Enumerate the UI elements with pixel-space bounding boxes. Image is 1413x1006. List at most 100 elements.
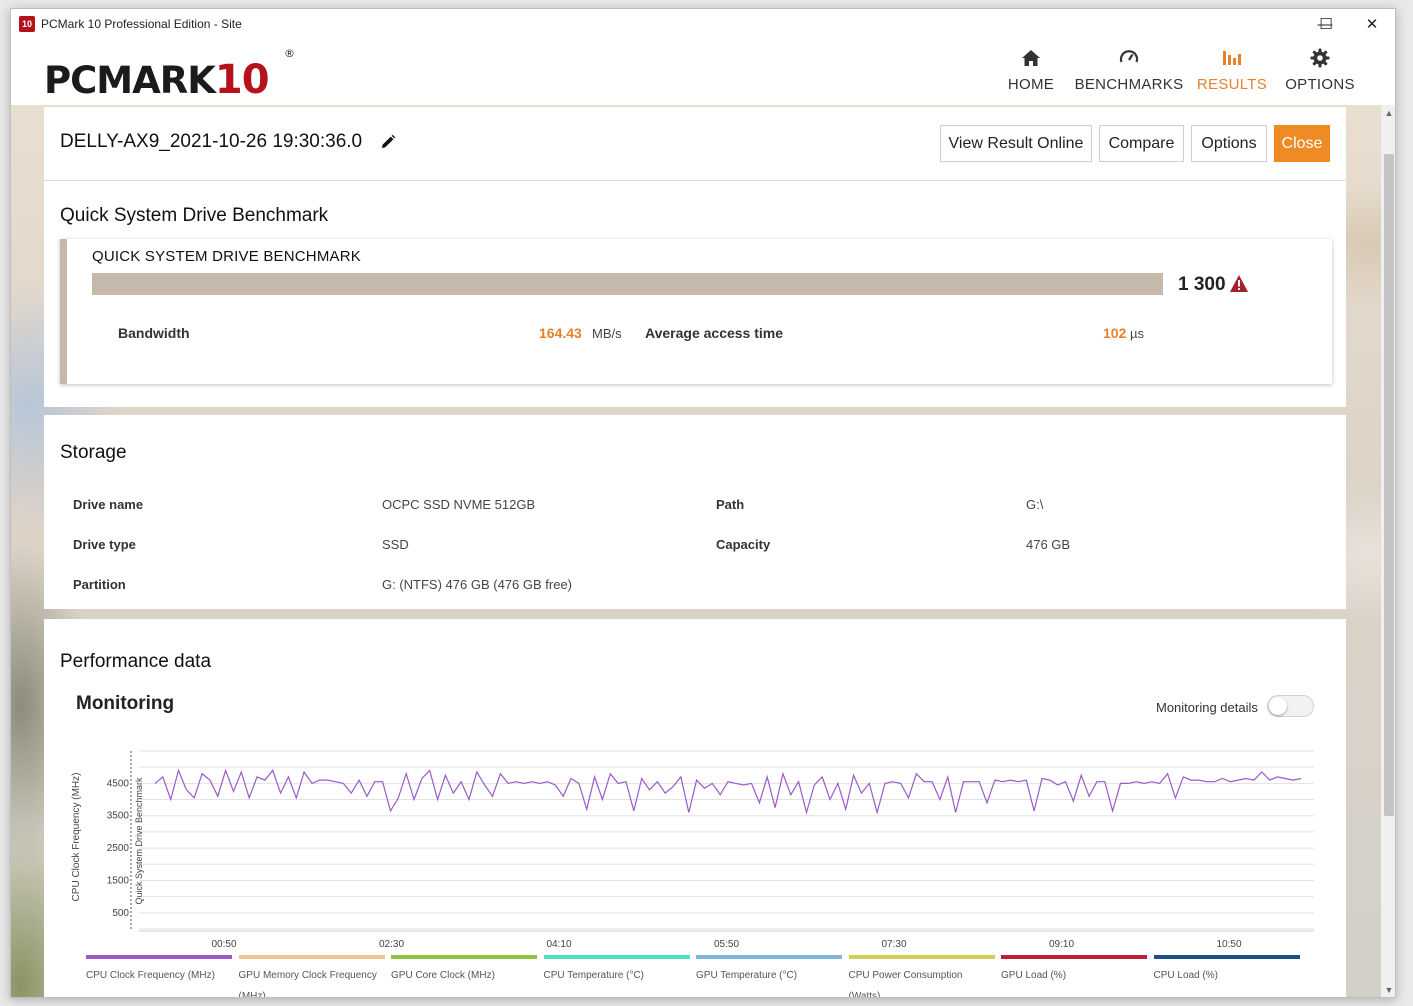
- view-result-online-button[interactable]: View Result Online: [940, 125, 1092, 162]
- legend-label: GPU Memory Clock Frequency (MHz): [238, 970, 377, 998]
- nav-benchmarks[interactable]: BENCHMARKS: [1073, 47, 1185, 107]
- legend-swatch: [696, 955, 842, 959]
- benchmark-score-box: QUICK SYSTEM DRIVE BENCHMARK 1 300 Bandw…: [60, 239, 1332, 384]
- registered-mark: ®: [284, 47, 295, 60]
- drive-type-label: Drive type: [73, 537, 136, 552]
- y-tick-label: 1500: [107, 875, 130, 886]
- legend-item[interactable]: CPU Temperature (°C): [543, 955, 690, 986]
- performance-section-title: Performance data: [60, 651, 212, 672]
- legend-swatch: [1153, 955, 1300, 959]
- path-value: G:\: [1026, 497, 1044, 512]
- legend-item[interactable]: CPU Power Consumption (Watts): [848, 955, 995, 998]
- window-title: PCMark 10 Professional Edition - Site: [41, 17, 242, 31]
- legend-swatch: [238, 955, 385, 959]
- monitoring-details-label: Monitoring details: [1156, 700, 1258, 715]
- x-tick-label: 02:30: [379, 939, 404, 950]
- legend-item[interactable]: GPU Load (%): [1001, 955, 1147, 986]
- options-button[interactable]: Options: [1191, 125, 1267, 162]
- cpu-clock-series-line: [154, 768, 1302, 815]
- compare-button[interactable]: Compare: [1099, 125, 1184, 162]
- minimize-button-2: [1251, 12, 1297, 38]
- benchmark-section-title: Quick System Drive Benchmark: [60, 205, 329, 226]
- scroll-down-arrow[interactable]: ▼: [1381, 983, 1395, 997]
- benchmark-score: 1 300: [1178, 274, 1226, 295]
- legend-label: CPU Temperature (°C): [543, 970, 645, 981]
- benchmark-marker-label: Quick System Drive Benchmark: [134, 777, 144, 905]
- storage-card: Storage Drive name OCPC SSD NVME 512GB P…: [44, 415, 1346, 609]
- nav-results[interactable]: RESULTS: [1195, 47, 1269, 107]
- y-tick-label: 3500: [107, 811, 130, 822]
- y-tick-label: 4500: [107, 778, 130, 789]
- legend-label: CPU Power Consumption (Watts): [848, 970, 963, 998]
- legend-swatch: [391, 955, 537, 959]
- drive-name-label: Drive name: [73, 497, 144, 512]
- access-time-value: 102: [1103, 325, 1127, 341]
- x-tick-label: 07:30: [881, 939, 906, 950]
- partition-label: Partition: [73, 577, 126, 592]
- logo-number: 10: [214, 57, 270, 103]
- bandwidth-unit: MB/s: [592, 326, 622, 341]
- x-tick-label: 05:50: [714, 939, 739, 950]
- pcmark-logo: PCMARK10 ®: [44, 47, 295, 103]
- performance-card: Performance data Monitoring Monitoring d…: [44, 619, 1346, 998]
- result-header-card: DELLY-AX9_2021-10-26 19:30:36.0 View Res…: [44, 107, 1346, 180]
- chart-grid: [139, 750, 1314, 932]
- monitoring-chart: 500 1500 2500 3500 4500 00:50 02:30 04:10 05:50…: [71, 750, 1314, 950]
- legend-item[interactable]: CPU Clock Frequency (MHz): [86, 955, 232, 986]
- drive-type-value: SSD: [382, 537, 409, 552]
- legend-label: CPU Clock Frequency (MHz): [86, 970, 215, 981]
- legend-item[interactable]: GPU Core Clock (MHz): [391, 955, 537, 986]
- legend-label: GPU Temperature (°C): [696, 970, 798, 981]
- close-result-button[interactable]: Close: [1274, 125, 1330, 162]
- x-axis-ticks: 00:50 02:30 04:10 05:50 07:30 09:10 10:50: [211, 939, 1241, 950]
- legend-item[interactable]: GPU Temperature (°C): [696, 955, 842, 986]
- legend-swatch: [1001, 955, 1147, 959]
- y-tick-label: 500: [112, 908, 129, 919]
- nav-home-label: HOME: [1007, 76, 1055, 93]
- close-window-button[interactable]: ✕: [1349, 12, 1395, 38]
- legend-swatch: [848, 955, 995, 959]
- nav-options[interactable]: OPTIONS: [1283, 47, 1357, 107]
- x-tick-label: 00:50: [211, 939, 236, 950]
- path-label: Path: [716, 497, 745, 512]
- toggle-knob: [1269, 697, 1287, 715]
- title-bar: 10 PCMark 10 Professional Edition - Site…: [11, 9, 1395, 39]
- app-icon: 10: [19, 16, 35, 32]
- benchmark-name: QUICK SYSTEM DRIVE BENCHMARK: [92, 248, 361, 265]
- result-title: DELLY-AX9_2021-10-26 19:30:36.0: [60, 131, 363, 152]
- drive-name-value: OCPC SSD NVME 512GB: [382, 497, 536, 512]
- nav-benchmarks-label: BENCHMARKS: [1074, 76, 1184, 93]
- benchmark-score-bar: [92, 273, 1163, 295]
- access-time-unit: µs: [1130, 326, 1144, 341]
- access-time-label: Average access time: [645, 325, 784, 341]
- capacity-value: 476 GB: [1026, 537, 1071, 552]
- gear-icon: [1310, 48, 1330, 68]
- legend-label: GPU Core Clock (MHz): [391, 970, 495, 981]
- scroll-up-arrow[interactable]: ▲: [1381, 106, 1395, 120]
- monitoring-title: Monitoring: [76, 693, 175, 714]
- app-header: PCMARK10 ® HOME BENCHMARKS RESULTS OPTIO…: [11, 39, 1395, 105]
- logo-text: PCMARK: [44, 59, 216, 102]
- nav-home[interactable]: HOME: [996, 47, 1066, 107]
- scrollbar-thumb[interactable]: [1384, 154, 1394, 816]
- warning-icon[interactable]: [1229, 274, 1249, 293]
- maximize-button[interactable]: ☐: [1303, 12, 1349, 38]
- bandwidth-label: Bandwidth: [118, 325, 190, 341]
- x-tick-label: 04:10: [546, 939, 571, 950]
- y-axis-label: CPU Clock Frequency (MHz): [71, 773, 82, 902]
- capacity-label: Capacity: [716, 537, 771, 552]
- y-tick-label: 2500: [107, 843, 130, 854]
- nav-options-label: OPTIONS: [1285, 76, 1355, 93]
- y-axis-ticks: 500 1500 2500 3500 4500: [107, 778, 130, 918]
- legend-label: GPU Load (%): [1001, 970, 1067, 981]
- legend-item[interactable]: GPU Memory Clock Frequency (MHz): [238, 955, 385, 998]
- monitoring-details-toggle[interactable]: [1267, 695, 1314, 717]
- legend-item[interactable]: CPU Load (%): [1153, 955, 1300, 986]
- benchmark-card: Quick System Drive Benchmark QUICK SYSTE…: [44, 181, 1346, 407]
- legend-swatch: [543, 955, 690, 959]
- partition-value: G: (NTFS) 476 GB (476 GB free): [382, 577, 572, 592]
- edit-pencil-icon[interactable]: [380, 134, 396, 150]
- gauge-icon: [1119, 50, 1139, 63]
- legend-swatch: [86, 955, 232, 959]
- x-tick-label: 09:10: [1049, 939, 1074, 950]
